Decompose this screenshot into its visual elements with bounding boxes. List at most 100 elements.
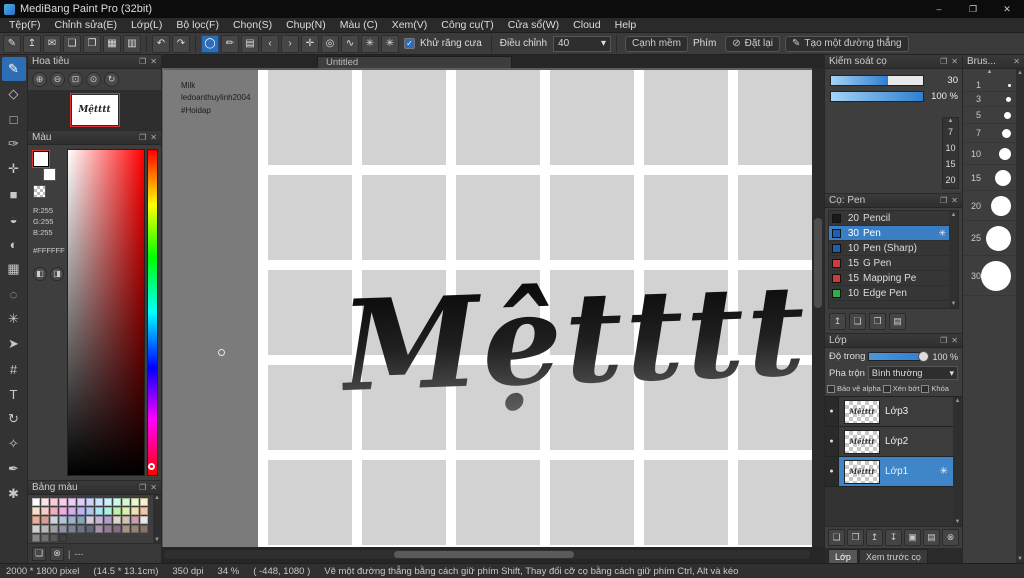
horizontal-scrollbar[interactable]	[164, 550, 810, 559]
brush-list-scrollbar[interactable]: ▲ ▼	[949, 211, 958, 308]
scroll-up-icon[interactable]: ▲	[154, 495, 160, 501]
palette-swatch[interactable]	[59, 498, 67, 506]
grid-view-icon[interactable]: ▦	[103, 34, 121, 53]
undo-button[interactable]: ↶	[152, 34, 170, 53]
palette-swatch[interactable]	[122, 498, 130, 506]
brush-size-option[interactable]: 10	[963, 143, 1016, 165]
correction-tool[interactable]: ✑	[2, 132, 26, 156]
gradient-tool[interactable]: ◐	[2, 232, 26, 256]
palette-swatch[interactable]	[113, 516, 121, 524]
pen-tool[interactable]: ✒	[2, 457, 26, 481]
close-panel-icon[interactable]: ✕	[951, 57, 958, 66]
palette-swatch[interactable]	[122, 507, 130, 515]
pointer-tool[interactable]: ➤	[2, 332, 26, 356]
palette-swatch[interactable]	[131, 525, 139, 533]
lasso-tool[interactable]: ◌	[2, 282, 26, 306]
brush-settings-icon[interactable]: ✳	[938, 228, 946, 239]
palette-swatch[interactable]	[86, 525, 94, 533]
layer-row[interactable]: ● Mệtttt Lớp2 ✳	[825, 427, 953, 457]
palette-swatch[interactable]	[140, 498, 148, 506]
hue-marker[interactable]	[148, 463, 155, 470]
palette-swatch[interactable]	[113, 507, 121, 515]
background-color-swatch[interactable]	[43, 168, 56, 181]
float-panel-icon[interactable]: ❐	[940, 196, 947, 205]
redo-button[interactable]: ↷	[172, 34, 190, 53]
palette-swatch[interactable]	[77, 507, 85, 515]
scroll-up-icon[interactable]: ▲	[963, 69, 1016, 79]
scroll-up-icon[interactable]: ▲	[951, 212, 957, 218]
size-preset[interactable]: 7	[948, 125, 953, 141]
rotate-tool[interactable]: ↻	[2, 407, 26, 431]
divide-tool[interactable]: #	[2, 357, 26, 381]
palette-swatch[interactable]	[131, 498, 139, 506]
palette-swatch[interactable]	[68, 498, 76, 506]
save-icon[interactable]: ↥	[23, 34, 41, 53]
vertical-scrollbar[interactable]	[812, 68, 824, 547]
size-preset[interactable]: 20	[945, 172, 955, 188]
hand-tool[interactable]: ✱	[2, 482, 26, 506]
layer-settings-icon[interactable]: ✳	[940, 466, 948, 477]
saturation-value-picker[interactable]	[66, 149, 145, 476]
adjust-select[interactable]: 40 ▾	[553, 35, 612, 52]
palette-swatch[interactable]	[68, 516, 76, 524]
palette-swatch[interactable]	[59, 525, 67, 533]
scroll-up-icon[interactable]: ▲	[955, 398, 961, 404]
layer-list-scrollbar[interactable]: ▲ ▼	[953, 397, 962, 526]
maximize-button[interactable]: ❐	[956, 0, 990, 18]
size-preset[interactable]: 10	[945, 140, 955, 156]
clipping-checkbox[interactable]	[882, 384, 891, 393]
palette-swatch[interactable]	[50, 534, 58, 542]
duplicate-layer-icon[interactable]: ❐	[847, 529, 864, 546]
palette-swatch[interactable]	[77, 525, 85, 533]
palette-swatch[interactable]	[140, 507, 148, 515]
close-panel-icon[interactable]: ✕	[150, 483, 157, 492]
brush-size-option[interactable]: 25	[963, 221, 1016, 256]
hue-slider[interactable]	[147, 149, 158, 476]
soft-edge-button[interactable]: Cạnh mềm	[625, 35, 688, 52]
select-tool[interactable]: ▦	[2, 257, 26, 281]
bucket-tool[interactable]: ◒	[2, 207, 26, 231]
panel-tab[interactable]: Xem trước cọ	[858, 549, 928, 563]
transparent-color-swatch[interactable]	[33, 185, 46, 198]
brush-size-option[interactable]: 15	[963, 165, 1016, 191]
pages-icon[interactable]: ❐	[83, 34, 101, 53]
brush-item[interactable]: 30 Pen ✳	[829, 226, 949, 241]
crosshair-icon[interactable]: ✛	[301, 34, 319, 53]
curve-icon[interactable]: ∿	[341, 34, 359, 53]
brush-item[interactable]: 10 Pen (Sharp) ✳	[829, 241, 949, 256]
foreground-color-swatch[interactable]	[32, 150, 50, 168]
menu-item[interactable]: Bộ lọc(F)	[169, 19, 226, 31]
close-panel-icon[interactable]: ✕	[951, 336, 958, 345]
palette-swatch[interactable]	[122, 516, 130, 524]
float-panel-icon[interactable]: ❐	[139, 133, 146, 142]
minimize-button[interactable]: ‒	[922, 0, 956, 18]
menu-item[interactable]: Tệp(F)	[2, 19, 48, 31]
palette-swatch[interactable]	[59, 534, 67, 542]
palette-swatch[interactable]	[113, 525, 121, 533]
palette-swatch[interactable]	[59, 507, 67, 515]
hatch-brush-icon[interactable]: ▤	[241, 34, 259, 53]
delete-swatch-button[interactable]: ⊗	[50, 546, 64, 561]
reset-rotation-icon[interactable]: ↻	[104, 72, 119, 87]
layer-row[interactable]: ● Mệtttt Lớp1 ✳	[825, 457, 953, 487]
menu-item[interactable]: Lớp(L)	[124, 19, 169, 31]
palette-swatch[interactable]	[140, 525, 148, 533]
tile-view-icon[interactable]: ▥	[123, 34, 141, 53]
palette-swatch[interactable]	[41, 534, 49, 542]
new-layer-icon[interactable]: ❏	[828, 529, 845, 546]
straight-line-button[interactable]: ✎ Tạo một đường thẳng	[785, 35, 909, 52]
palette-swatch[interactable]	[104, 498, 112, 506]
close-panel-icon[interactable]: ✕	[150, 133, 157, 142]
menu-item[interactable]: Màu (C)	[333, 19, 385, 31]
lock-checkbox[interactable]	[921, 384, 930, 393]
palette-swatch[interactable]	[131, 507, 139, 515]
brush-item[interactable]: 10 Edge Pen ✳	[829, 286, 949, 301]
eraser-tool[interactable]: ◇	[2, 82, 26, 106]
float-panel-icon[interactable]: ❐	[940, 336, 947, 345]
palette-swatch[interactable]	[104, 516, 112, 524]
size-preset[interactable]: 15	[945, 156, 955, 172]
menu-item[interactable]: Công cụ(T)	[434, 19, 501, 31]
palette-swatch[interactable]	[104, 525, 112, 533]
palette-swatch[interactable]	[95, 525, 103, 533]
brush-item[interactable]: 15 G Pen ✳	[829, 256, 949, 271]
